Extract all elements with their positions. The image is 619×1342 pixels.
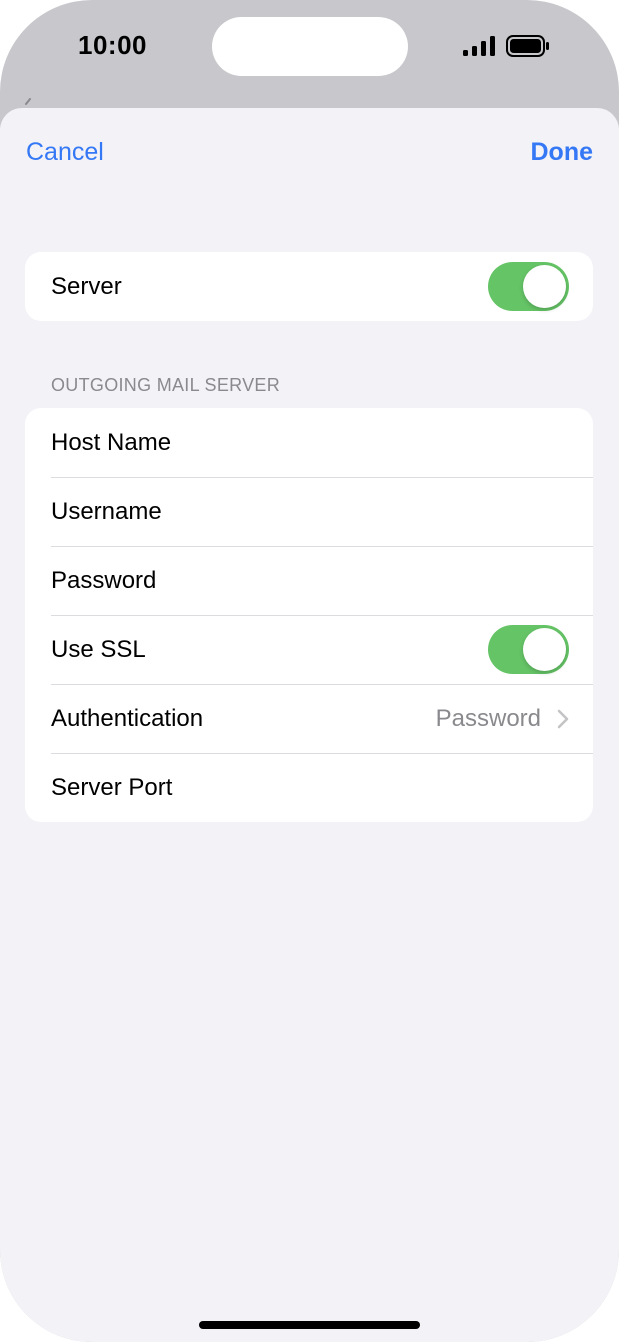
server-row: Server bbox=[25, 252, 593, 321]
password-row[interactable]: Password bbox=[25, 546, 593, 615]
host-name-row[interactable]: Host Name bbox=[25, 408, 593, 477]
cellular-signal-icon bbox=[463, 36, 495, 56]
done-button[interactable]: Done bbox=[531, 138, 594, 167]
dynamic-island bbox=[212, 17, 408, 76]
chevron-right-icon bbox=[557, 709, 569, 728]
cancel-button[interactable]: Cancel bbox=[26, 138, 104, 167]
use-ssl-label: Use SSL bbox=[51, 635, 146, 663]
server-label: Server bbox=[51, 272, 122, 300]
home-indicator[interactable] bbox=[199, 1321, 420, 1329]
server-port-label: Server Port bbox=[51, 773, 173, 801]
phone-screen: 10:00 Cancel Done Server OUTGOING MAIL S… bbox=[0, 0, 619, 1342]
host-name-label: Host Name bbox=[51, 428, 172, 456]
toggle-knob bbox=[523, 628, 566, 671]
use-ssl-toggle[interactable] bbox=[488, 625, 569, 674]
server-port-row[interactable]: Server Port bbox=[25, 753, 593, 822]
use-ssl-row: Use SSL bbox=[25, 615, 593, 684]
server-toggle[interactable] bbox=[488, 262, 569, 311]
authentication-row[interactable]: Authentication Password bbox=[25, 684, 593, 753]
status-bar: 10:00 bbox=[0, 0, 619, 105]
outgoing-mail-server-header: OUTGOING MAIL SERVER bbox=[51, 375, 281, 395]
username-label: Username bbox=[51, 497, 162, 525]
settings-sheet: Cancel Done Server OUTGOING MAIL SERVER … bbox=[0, 108, 619, 1342]
status-time: 10:00 bbox=[78, 30, 147, 60]
authentication-label: Authentication bbox=[51, 704, 204, 732]
authentication-value: Password bbox=[435, 704, 541, 732]
outgoing-mail-server-group: Host Name Username Password Use SSL Auth… bbox=[25, 408, 593, 822]
username-row[interactable]: Username bbox=[25, 477, 593, 546]
server-group: Server bbox=[25, 252, 593, 321]
battery-icon bbox=[506, 35, 549, 57]
back-chevron-icon bbox=[25, 98, 31, 105]
toggle-knob bbox=[523, 265, 566, 308]
password-label: Password bbox=[51, 566, 157, 594]
